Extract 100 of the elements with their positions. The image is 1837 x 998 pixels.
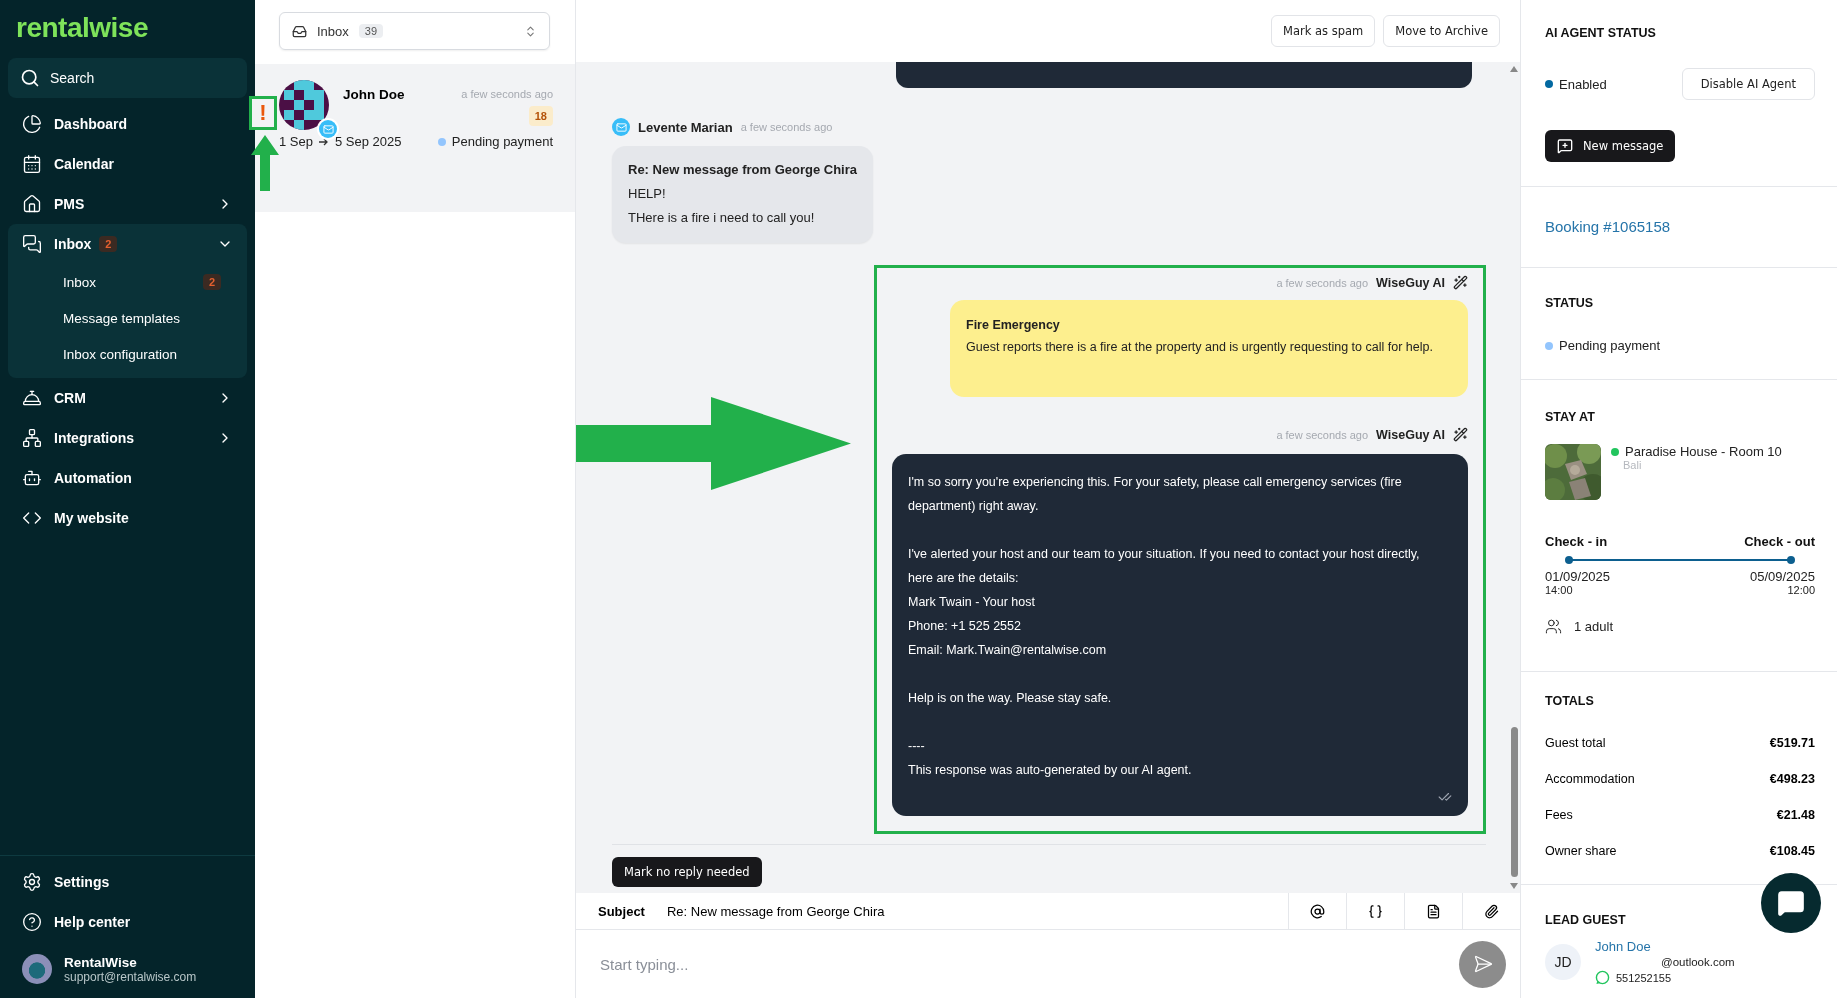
alert-text: Guest reports there is a fire at the property and is urgently requesting to call for help. [966,340,1434,354]
booking-link[interactable]: Booking #1065158 [1545,218,1671,235]
agent-status: Enabled [1559,76,1607,92]
whatsapp-icon [1595,970,1610,985]
inbox-icon [292,23,307,39]
disable-agent-button[interactable]: Disable AI Agent [1681,68,1815,100]
nav-subitem[interactable]: Message templates [8,300,247,336]
section-title: LEAD GUEST [1545,913,1627,927]
total-label: Fees [1545,808,1573,822]
nav-icon [22,388,42,408]
magic-wand-icon [1453,275,1468,290]
message-text: THere is a fire i need to call you! [628,210,816,225]
nav-item[interactable]: PMS [8,184,247,224]
document-icon [1426,903,1441,919]
nav-subitem[interactable]: Inbox configuration [8,336,247,372]
nav-subitem[interactable]: Inbox 2 [8,264,247,300]
at-sign-icon [1310,903,1325,919]
message-time: a few seconds ago [1276,428,1369,441]
alert-mark: ! [249,96,277,130]
toolbar-button[interactable]: Mark as spam [1271,15,1376,47]
nav-item[interactable]: Calendar [8,144,247,184]
send-icon [1472,954,1493,974]
property-name: Paradise House - Room 10 [1625,444,1782,459]
inbox-select[interactable]: Inbox 39 [279,12,550,50]
status-label: Pending payment [451,134,553,149]
identicon-avatar [279,80,329,130]
nav-icon [22,428,42,448]
nav-item[interactable]: Dashboard [8,104,247,144]
nav-item[interactable]: Automation [8,458,247,498]
checkout-label: Check - out [1744,534,1815,549]
count-badge: 39 [358,24,384,38]
new-message-button[interactable]: New message [1545,130,1676,162]
user-name: RentalWise [64,954,138,970]
help-icon [22,912,42,932]
user-email: support@rentalwise.com [64,969,197,984]
magic-wand-icon [1453,427,1468,442]
read-ticks-icon [1438,790,1452,804]
no-reply-button[interactable]: Mark no reply needed [612,857,762,887]
scroll-up-icon [1510,66,1518,72]
chat-button[interactable] [1761,873,1821,933]
total-value: €21.48 [1776,808,1815,822]
guest-name: John Doe [343,86,406,104]
section-title: TOTALS [1545,694,1595,708]
guest-link[interactable]: John Doe [1595,939,1735,954]
unread-badge: 18 [528,106,553,126]
new-message-icon [1557,138,1573,154]
subject-label: Subject [597,903,646,919]
guest-count: 1 adult [1574,619,1614,634]
nav-item[interactable]: Inbox 2 [8,224,247,264]
total-label: Guest total [1545,736,1606,750]
checkout-date: 05/09/2025 [1749,569,1815,584]
search-field[interactable]: Search [8,58,247,98]
guests-icon [1545,618,1562,635]
message-text: ---- [908,738,926,755]
total-label: Owner share [1545,844,1617,858]
paperclip-icon [1484,903,1499,919]
nav-icon [22,468,42,488]
count-badge: 2 [99,236,118,252]
message-text: Help is on the way. Please stay safe. [908,690,1113,707]
search-icon [20,68,40,88]
nav-item[interactable]: Integrations [8,418,247,458]
braces-icon [1368,903,1383,919]
property-location: Bali [1623,459,1643,471]
nav-icon [22,114,42,134]
send-button[interactable] [1459,940,1506,988]
total-value: €498.23 [1769,772,1815,786]
annotation-arrow [251,135,279,191]
message-time: a few seconds ago [461,88,553,100]
updown-icon [524,24,537,38]
total-value: €108.45 [1769,844,1815,858]
section-title: STAY AT [1545,410,1596,424]
total-value: €519.71 [1769,736,1815,750]
nav-icon [22,194,42,214]
nav-item[interactable]: Help center [8,902,247,942]
scrollbar-thumb[interactable] [1510,727,1518,877]
nav-item[interactable]: Settings [8,862,247,902]
toolbar-button[interactable]: Move to Archive [1383,15,1500,47]
checkin-date: 01/09/2025 [1545,569,1611,584]
date-text: 5 Sep 2025 [335,134,402,149]
checkout-time: 12:00 [1787,584,1815,596]
settings-icon [22,872,42,892]
user-avatar [22,954,52,984]
message-time: a few seconds ago [740,121,833,133]
scroll-down-icon [1510,883,1518,889]
nav-item[interactable]: CRM [8,378,247,418]
logo[interactable]: rentalwise [8,10,247,58]
date-text: 1 Sep [279,134,313,149]
message-text: This response was auto-generated by our AI agent. [908,762,1193,779]
subject-value: Re: New message from George Chira [666,903,886,919]
message-subject: Re: New message from George Chira [628,162,858,177]
section-title: AI AGENT STATUS [1545,26,1657,40]
message-text: I've alerted your host and our team to your situation. If you need to contact your host directly, here are the details: [908,546,1421,587]
checkin-time: 14:00 [1545,584,1573,596]
message-time: a few seconds ago [1276,276,1369,289]
message-text: HELP! [628,186,667,201]
guest-phone: 551252155 [1616,971,1672,984]
nav-icon [22,154,42,174]
nav-item[interactable]: My website [8,498,247,538]
mail-icon [319,120,337,138]
booking-status: Pending payment [1545,338,1815,353]
